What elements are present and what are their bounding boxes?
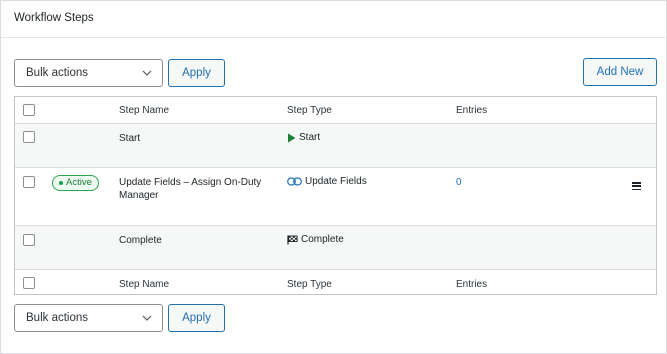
table-row[interactable]: Complete Complete xyxy=(15,225,656,269)
row-checkbox[interactable] xyxy=(23,176,35,188)
column-footer-step-name[interactable]: Step Name xyxy=(119,279,169,290)
row-checkbox[interactable] xyxy=(23,131,35,143)
checkered-flag-icon xyxy=(287,235,298,244)
select-all-checkbox[interactable] xyxy=(23,104,35,116)
column-footer-entries[interactable]: Entries xyxy=(456,279,487,290)
step-type: Update Fields xyxy=(287,176,367,187)
chevron-down-icon xyxy=(142,315,152,321)
panel-header: Workflow Steps xyxy=(1,1,666,38)
column-header-step-type[interactable]: Step Type xyxy=(287,105,332,116)
bulk-actions-value: Bulk actions xyxy=(26,312,89,324)
bulk-actions-select-top[interactable]: Bulk actions xyxy=(14,59,163,87)
select-all-checkbox-footer[interactable] xyxy=(23,277,35,289)
step-type: Complete xyxy=(287,234,344,245)
step-name[interactable]: Complete xyxy=(119,234,162,247)
step-name[interactable]: Start xyxy=(119,132,140,145)
table-row[interactable]: Start Start xyxy=(15,123,656,167)
step-type-label: Update Fields xyxy=(305,176,367,187)
drag-handle-icon[interactable] xyxy=(632,182,641,192)
column-header-entries[interactable]: Entries xyxy=(456,105,487,116)
table-header-row: Step Name Step Type Entries xyxy=(15,97,656,123)
step-type-label: Complete xyxy=(301,234,344,245)
apply-button-top[interactable]: Apply xyxy=(168,59,225,87)
workflow-steps-panel: Workflow Steps Bulk actions Apply Add Ne… xyxy=(0,0,667,354)
step-name[interactable]: Update Fields – Assign On-Duty Manager xyxy=(119,176,269,202)
bulk-actions-select-bottom[interactable]: Bulk actions xyxy=(14,304,163,332)
add-new-button[interactable]: Add New xyxy=(583,58,657,86)
bulk-actions-value: Bulk actions xyxy=(26,67,89,79)
row-checkbox[interactable] xyxy=(23,234,35,246)
step-type-label: Start xyxy=(299,132,321,143)
column-footer-step-type[interactable]: Step Type xyxy=(287,279,332,290)
workflow-steps-table: Step Name Step Type Entries Start Start … xyxy=(14,96,657,295)
entries-count-link[interactable]: 0 xyxy=(456,176,462,189)
table-footer-row: Step Name Step Type Entries xyxy=(15,269,656,295)
status-label: Active xyxy=(66,177,92,188)
play-icon xyxy=(288,133,296,142)
status-dot xyxy=(59,181,63,185)
column-header-step-name[interactable]: Step Name xyxy=(119,105,169,116)
link-icon xyxy=(287,177,302,186)
step-type: Start xyxy=(287,132,320,143)
table-row[interactable]: Active Update Fields – Assign On-Duty Ma… xyxy=(15,167,656,225)
apply-button-bottom[interactable]: Apply xyxy=(168,304,225,332)
status-badge: Active xyxy=(52,175,99,191)
panel-title: Workflow Steps xyxy=(14,12,94,24)
chevron-down-icon xyxy=(142,70,152,76)
